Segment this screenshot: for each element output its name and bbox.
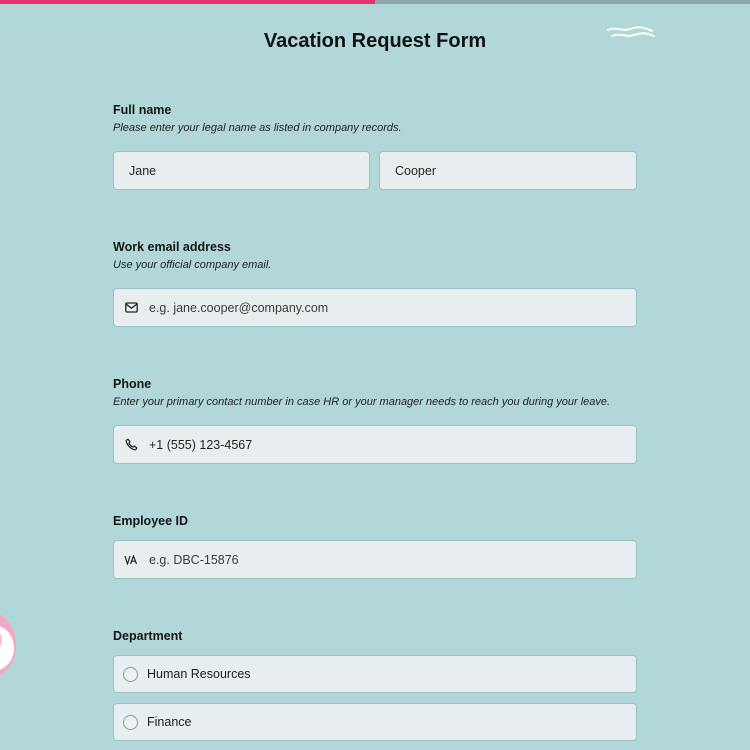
department-option-label: Human Resources <box>147 667 251 681</box>
full-name-label: Full name <box>113 103 172 117</box>
last-name-value: Cooper <box>395 163 436 178</box>
email-field[interactable]: e.g. jane.cooper@company.com <box>113 288 637 327</box>
department-label: Department <box>113 629 183 643</box>
phone-help: Enter your primary contact number in cas… <box>113 396 611 408</box>
phone-value: +1 (555) 123-4567 <box>149 437 253 452</box>
last-name-input[interactable]: Cooper <box>379 151 637 190</box>
id-text-icon <box>124 553 138 567</box>
department-option-human-resources[interactable]: Human Resources <box>113 655 637 693</box>
radio-button[interactable] <box>123 666 138 682</box>
department-option-label: Finance <box>147 715 192 729</box>
email-help: Use your official company email. <box>113 259 272 271</box>
email-label: Work email address <box>113 240 231 254</box>
email-placeholder: e.g. jane.cooper@company.com <box>149 300 329 315</box>
progress-bar-fill <box>0 0 375 4</box>
phone-field[interactable]: +1 (555) 123-4567 <box>113 425 637 464</box>
department-option-finance[interactable]: Finance <box>113 703 637 741</box>
employee-id-field[interactable]: e.g. DBC-15876 <box>113 540 637 579</box>
decorative-blob-icon <box>0 614 16 676</box>
employee-id-placeholder: e.g. DBC-15876 <box>149 552 239 567</box>
first-name-value: Jane <box>129 163 157 178</box>
full-name-help: Please enter your legal name as listed i… <box>113 122 402 134</box>
first-name-input[interactable]: Jane <box>113 151 370 190</box>
envelope-icon <box>124 301 138 315</box>
phone-icon <box>124 438 138 452</box>
form-title: Vacation Request Form <box>263 30 487 52</box>
employee-id-label: Employee ID <box>113 514 189 528</box>
radio-button[interactable] <box>123 714 138 730</box>
phone-label: Phone <box>113 377 152 391</box>
